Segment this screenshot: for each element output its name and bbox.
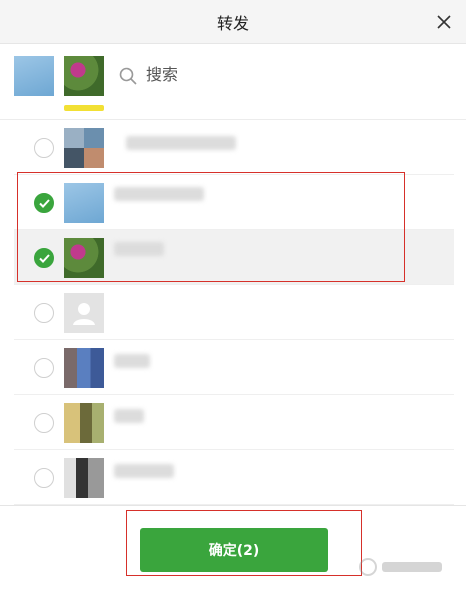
dialog-header: 转发 — [0, 0, 466, 44]
selected-avatar[interactable] — [64, 56, 104, 96]
contact-name-redacted — [114, 409, 144, 423]
selection-highlight-box — [17, 172, 405, 282]
avatar — [64, 348, 104, 388]
select-radio[interactable] — [34, 413, 54, 433]
avatar — [64, 403, 104, 443]
dialog-title: 转发 — [216, 14, 249, 33]
select-radio[interactable] — [34, 358, 54, 378]
contact-row[interactable] — [14, 120, 454, 175]
selected-indicator-bar — [64, 105, 104, 111]
select-radio[interactable] — [34, 138, 54, 158]
avatar — [64, 458, 104, 498]
default-avatar-icon — [64, 293, 104, 333]
select-radio[interactable] — [34, 303, 54, 323]
watermark-logo — [359, 558, 442, 576]
contact-row[interactable] — [14, 285, 454, 340]
contact-row[interactable] — [14, 395, 454, 450]
contact-row[interactable] — [14, 340, 454, 395]
avatar — [64, 128, 104, 168]
contact-row[interactable] — [14, 450, 454, 505]
contact-name-redacted — [114, 464, 174, 478]
search-icon — [119, 67, 137, 85]
contact-name-redacted — [126, 136, 236, 150]
selected-avatar[interactable] — [14, 56, 54, 96]
select-radio[interactable] — [34, 468, 54, 488]
confirm-highlight-box — [126, 510, 362, 576]
close-icon[interactable] — [434, 12, 454, 32]
contact-name-redacted — [114, 354, 150, 368]
search-input[interactable] — [146, 64, 346, 88]
